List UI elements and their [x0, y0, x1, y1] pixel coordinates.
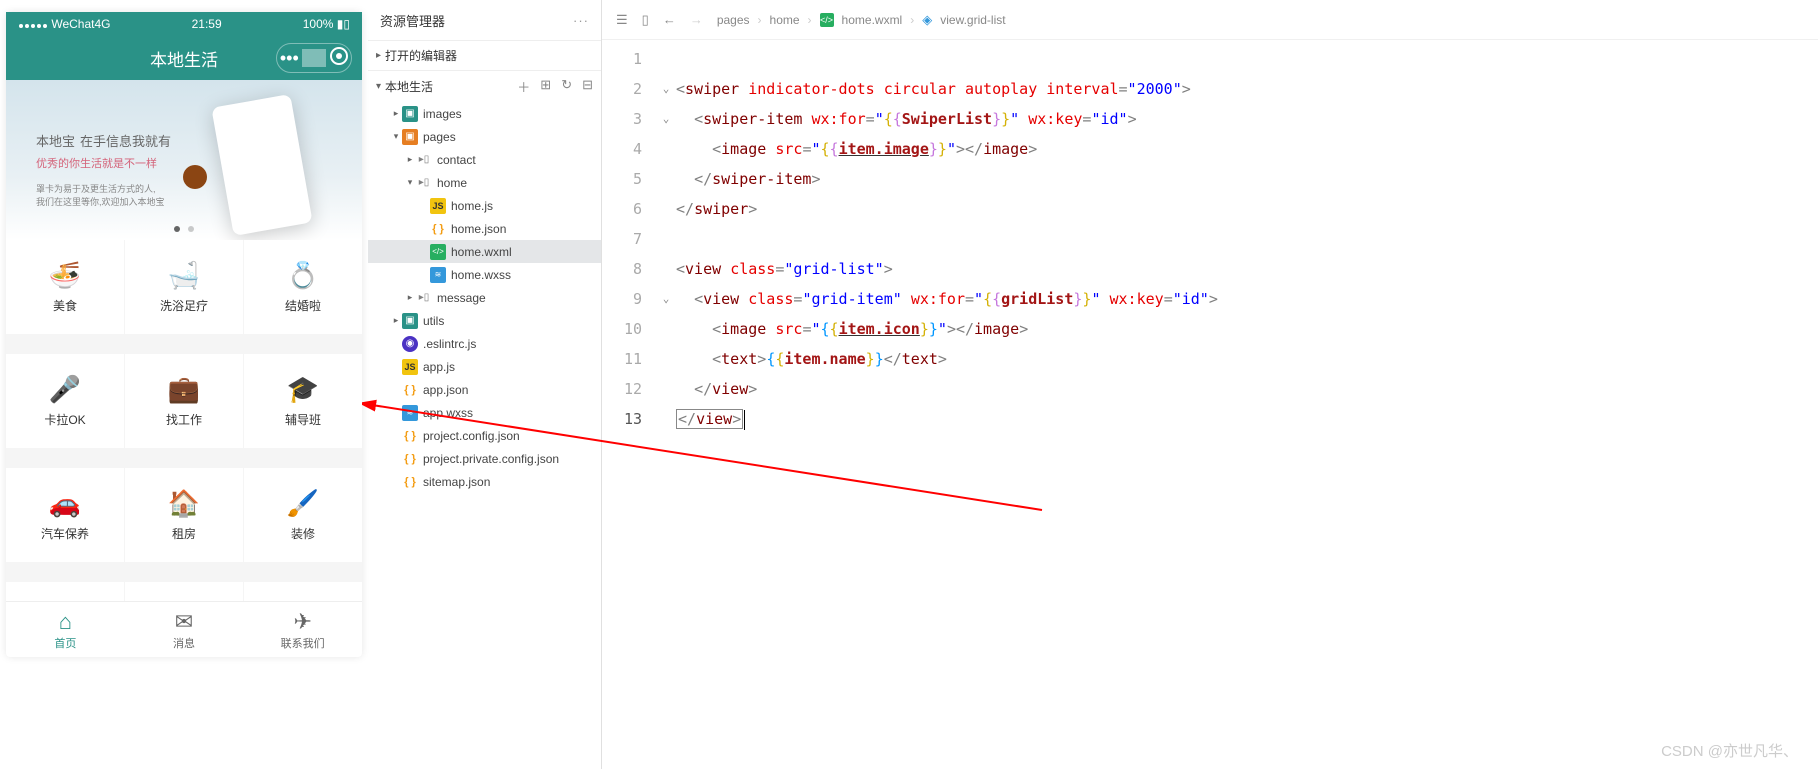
grid-item[interactable]: 🏠租房 [125, 468, 243, 562]
code-editor[interactable]: 12345678910111213 ⌄⌄⌄ <swiper indicator-… [602, 40, 1818, 769]
tree-item[interactable]: { }project.private.config.json [368, 447, 601, 470]
nav-capsule[interactable]: ••• [276, 43, 352, 73]
collapse-icon[interactable]: ⊟ [582, 77, 593, 96]
time-label: 21:59 [192, 17, 222, 31]
tree-item[interactable]: JShome.js [368, 194, 601, 217]
tree-item[interactable]: { }app.json [368, 378, 601, 401]
banner-desc: 罩卡为易于及更生活方式的人, 我们在这里等你,欢迎加入本地宝 [36, 183, 171, 208]
tree-item[interactable]: { }project.config.json [368, 424, 601, 447]
explorer-panel: 资源管理器 ··· ▸打开的编辑器 ▾本地生活 ＋ ⊞ ↻ ⊟ ▸▣images… [368, 0, 602, 769]
grid-item[interactable]: 🎓辅导班 [244, 354, 362, 448]
grid-item[interactable]: 🍜美食 [6, 240, 124, 334]
tabbar: ⌂首页✉消息✈联系我们 [6, 601, 362, 657]
tree-item[interactable]: ◉.eslintrc.js [368, 332, 601, 355]
grid-item[interactable]: 💍结婚啦 [244, 240, 362, 334]
page-title: 本地生活 [150, 46, 218, 71]
tree-item[interactable]: JSapp.js [368, 355, 601, 378]
menu-icon[interactable]: ••• [277, 48, 302, 69]
wxml-icon: </> [820, 13, 834, 27]
tab-item[interactable]: ✈联系我们 [243, 602, 362, 657]
bookmark-icon[interactable]: ▯ [642, 12, 649, 28]
view-icon: ◈ [922, 12, 932, 28]
fold-column[interactable]: ⌄⌄⌄ [656, 44, 676, 769]
project-section[interactable]: ▾本地生活 ＋ ⊞ ↻ ⊟ [368, 71, 601, 102]
tree-item[interactable]: ▸▸▯message [368, 286, 601, 309]
list-icon[interactable]: ☰ [616, 12, 628, 28]
code-content[interactable]: <swiper indicator-dots circular autoplay… [676, 44, 1818, 769]
watermark: CSDN @亦世凡华、 [1661, 740, 1798, 761]
status-bar: WeChat4G 21:59 100% ▮▯ [6, 12, 362, 36]
tree-item[interactable]: { }sitemap.json [368, 470, 601, 493]
close-icon[interactable] [326, 47, 351, 70]
phone-frame: WeChat4G 21:59 100% ▮▯ 本地生活 ••• 本地宝 在手信息… [6, 12, 362, 657]
new-folder-icon[interactable]: ⊞ [540, 77, 551, 96]
carrier-label: WeChat4G [51, 17, 110, 31]
tree-item[interactable]: ▸▣utils [368, 309, 601, 332]
back-icon[interactable]: ← [663, 12, 676, 27]
banner-subtitle: 在手信息我就有 [80, 134, 171, 149]
tree-item[interactable]: ▸▸▯contact [368, 148, 601, 171]
editor-panel: ☰ ▯ ← → pages› home› </> home.wxml› ◈ vi… [602, 0, 1818, 769]
tree-item[interactable]: ▾▣pages [368, 125, 601, 148]
grid-item[interactable]: 🎤卡拉OK [6, 354, 124, 448]
banner-tagline: 优秀的你生活就是不一样 [36, 155, 171, 171]
tree-item[interactable]: ▸▣images [368, 102, 601, 125]
forward-icon[interactable]: → [690, 12, 703, 27]
tree-item[interactable]: ≋home.wxss [368, 263, 601, 286]
grid-item[interactable]: 💼找工作 [125, 354, 243, 448]
open-editors-section[interactable]: ▸打开的编辑器 [368, 41, 601, 70]
tree-item[interactable]: </>home.wxml [368, 240, 601, 263]
grid-list: 🍜美食🛁洗浴足疗💍结婚啦 🎤卡拉OK💼找工作🎓辅导班 🚗汽车保养🏠租房🖌️装修 [6, 240, 362, 601]
grid-item[interactable]: 🛁洗浴足疗 [125, 240, 243, 334]
tree-item[interactable]: ▾▸▯home [368, 171, 601, 194]
explorer-title: 资源管理器 [380, 11, 445, 30]
more-icon[interactable]: ··· [573, 13, 589, 28]
line-numbers: 12345678910111213 [602, 44, 656, 769]
indicator-dots [174, 226, 194, 232]
swiper-banner[interactable]: 本地宝 在手信息我就有 优秀的你生活就是不一样 罩卡为易于及更生活方式的人, 我… [6, 80, 362, 240]
banner-title: 本地宝 [36, 134, 75, 149]
tab-item[interactable]: ⌂首页 [6, 602, 125, 657]
new-file-icon[interactable]: ＋ [517, 77, 530, 96]
battery-label: 100% [303, 17, 334, 31]
tab-item[interactable]: ✉消息 [125, 602, 244, 657]
grid-item[interactable]: 🚗汽车保养 [6, 468, 124, 562]
tree-item[interactable]: ≋app.wxss [368, 401, 601, 424]
nav-bar: 本地生活 ••• [6, 36, 362, 80]
refresh-icon[interactable]: ↻ [561, 77, 572, 96]
tree-item[interactable]: { }home.json [368, 217, 601, 240]
simulator-panel: WeChat4G 21:59 100% ▮▯ 本地生活 ••• 本地宝 在手信息… [0, 0, 368, 769]
breadcrumb[interactable]: pages› home› </> home.wxml› ◈ view.grid-… [717, 12, 1006, 28]
grid-item[interactable]: 🖌️装修 [244, 468, 362, 562]
